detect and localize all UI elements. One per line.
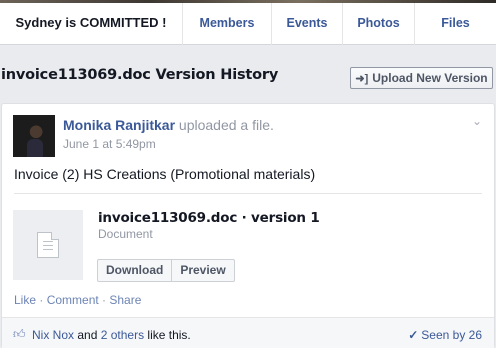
author-name[interactable]: Monika Ranjitkar [63, 117, 175, 133]
seen-by-label: Seen by 26 [421, 328, 482, 342]
action-separator: · [98, 293, 110, 307]
tab-photos[interactable]: Photos [343, 3, 415, 45]
likes-and: and [74, 328, 101, 342]
thumbs-up-icon: 👍︎ [13, 327, 26, 341]
like-bar: 👍︎ Nix Nox and 2 others like this. ✓ Seen… [2, 317, 494, 348]
liker-name[interactable]: Nix Nox [32, 328, 74, 342]
post-actions: Like · Comment · Share [14, 293, 141, 307]
file-thumbnail[interactable] [13, 210, 83, 280]
post-action: uploaded a file. [178, 117, 274, 133]
page-title: invoice113069.doc Version History [1, 67, 279, 83]
post-timestamp[interactable]: June 1 at 5:49pm [63, 137, 156, 151]
upload-icon: ➜] [355, 72, 369, 85]
post-message: Invoice (2) HS Creations (Promotional ma… [14, 166, 316, 182]
check-icon: ✓ [408, 328, 419, 342]
divider [14, 193, 482, 194]
likes-summary: Nix Nox and 2 others like this. [32, 328, 191, 342]
file-type: Document [98, 227, 153, 241]
share-link[interactable]: Share [109, 293, 141, 307]
file-button-group: Download Preview [97, 259, 235, 282]
upload-new-version-button[interactable]: ➜] Upload New Version [350, 67, 493, 89]
group-name[interactable]: Sydney is COMMITTED ! [0, 3, 183, 45]
download-button[interactable]: Download [98, 260, 171, 281]
comment-link[interactable]: Comment [47, 293, 99, 307]
file-name[interactable]: invoice113069.doc · version 1 [98, 210, 320, 226]
chevron-down-icon[interactable]: ⌄ [472, 114, 482, 128]
avatar[interactable] [13, 115, 55, 157]
tab-events[interactable]: Events [272, 3, 343, 45]
tab-members[interactable]: Members [183, 3, 272, 45]
tab-files[interactable]: Files [415, 3, 496, 45]
upload-button-label: Upload New Version [372, 71, 488, 85]
like-link[interactable]: Like [14, 293, 36, 307]
likes-suffix: like this. [144, 328, 191, 342]
post-card: Monika Ranjitkar uploaded a file. June 1… [1, 103, 495, 348]
group-nav: Sydney is COMMITTED ! Members Events Pho… [0, 0, 496, 45]
others-link[interactable]: 2 others [101, 328, 144, 342]
seen-by[interactable]: ✓ Seen by 26 [408, 328, 482, 342]
action-separator: · [36, 293, 47, 307]
document-icon [37, 232, 59, 258]
post-header: Monika Ranjitkar uploaded a file. [63, 117, 274, 133]
preview-button[interactable]: Preview [171, 260, 233, 281]
